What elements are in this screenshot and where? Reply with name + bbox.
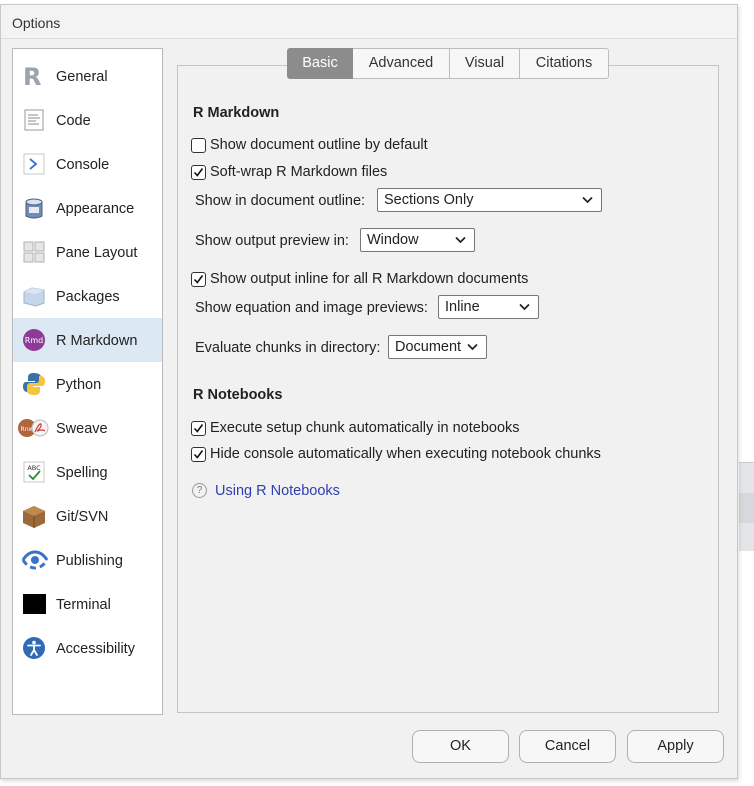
sidebar-item-label: Packages	[56, 289, 120, 305]
svg-text:R: R	[23, 63, 41, 89]
select-value: Inline	[445, 299, 480, 315]
sidebar-item-pane-layout[interactable]: Pane Layout	[13, 230, 162, 274]
soft-wrap-checkbox[interactable]	[191, 165, 206, 180]
section-title-r-notebooks: R Notebooks	[193, 387, 283, 403]
window-title: Options	[12, 15, 61, 31]
sidebar-item-label: R Markdown	[56, 333, 138, 349]
doc-outline-select[interactable]: Sections Only	[377, 188, 602, 212]
sidebar-item-code[interactable]: Code	[13, 98, 162, 142]
checkbox-label: Hide console automatically when executin…	[210, 446, 601, 462]
sidebar-item-label: Spelling	[56, 465, 108, 481]
sidebar-item-label: Pane Layout	[56, 245, 138, 261]
checkmark-icon	[193, 275, 204, 284]
chevron-down-icon	[455, 236, 466, 244]
sidebar-item-label: Code	[56, 113, 91, 129]
console-prompt-icon	[23, 153, 45, 175]
sidebar-item-sweave[interactable]: Rnw Sweave	[13, 406, 162, 450]
checkbox-label: Execute setup chunk automatically in not…	[210, 420, 520, 436]
tab-citations[interactable]: Citations	[520, 48, 609, 79]
sidebar-item-general[interactable]: R General	[13, 54, 162, 98]
sidebar-item-terminal[interactable]: Terminal	[13, 582, 162, 626]
equation-previews-select[interactable]: Inline	[438, 295, 539, 319]
tab-visual[interactable]: Visual	[450, 48, 520, 79]
checkbox-label: Show output inline for all R Markdown do…	[210, 271, 529, 287]
rmd-icon: Rmd	[23, 329, 45, 351]
tab-advanced[interactable]: Advanced	[353, 48, 450, 79]
output-preview-select[interactable]: Window	[360, 228, 475, 252]
tab-bar: Basic Advanced Visual Citations	[287, 48, 609, 79]
sidebar-item-label: Console	[56, 157, 110, 173]
output-preview-label: Show output preview in:	[195, 233, 349, 249]
terminal-icon	[23, 594, 46, 614]
checkmark-icon	[193, 450, 204, 459]
sidebar-item-packages[interactable]: Packages	[13, 274, 162, 318]
cancel-button[interactable]: Cancel	[519, 730, 616, 763]
title-bar: Options	[1, 5, 737, 39]
sidebar-item-publishing[interactable]: Publishing	[13, 538, 162, 582]
sidebar-item-accessibility[interactable]: Accessibility	[13, 626, 162, 670]
eval-dir-label: Evaluate chunks in directory:	[195, 340, 381, 356]
sidebar-item-git-svn[interactable]: Git/SVN	[13, 494, 162, 538]
select-value: Window	[367, 232, 419, 248]
checkbox-label: Show document outline by default	[210, 137, 428, 153]
background-window-strip	[739, 462, 754, 551]
code-document-icon	[24, 109, 44, 131]
spelling-abc-icon: ABC	[23, 461, 45, 483]
sidebar-item-console[interactable]: Console	[13, 142, 162, 186]
sidebar-item-label: General	[56, 69, 108, 85]
tab-basic[interactable]: Basic	[287, 48, 353, 79]
sidebar-item-label: Terminal	[56, 597, 111, 613]
select-value: Sections Only	[384, 192, 474, 208]
sidebar-item-appearance[interactable]: Appearance	[13, 186, 162, 230]
doc-outline-label: Show in document outline:	[195, 193, 366, 209]
chevron-down-icon	[519, 303, 530, 311]
apply-button[interactable]: Apply	[627, 730, 724, 763]
checkmark-icon	[193, 168, 204, 177]
using-r-notebooks-link[interactable]: Using R Notebooks	[215, 483, 340, 499]
chevron-down-icon	[582, 196, 593, 204]
sidebar-item-label: Accessibility	[56, 641, 135, 657]
sidebar-item-label: Sweave	[56, 421, 108, 437]
sidebar-item-python[interactable]: Python	[13, 362, 162, 406]
checkbox-label: Soft-wrap R Markdown files	[210, 164, 388, 180]
setup-chunk-checkbox[interactable]	[191, 421, 206, 436]
equation-previews-label: Show equation and image previews:	[195, 300, 428, 316]
sidebar-item-r-markdown[interactable]: Rmd R Markdown	[13, 318, 162, 362]
sweave-pdf-icon: Rnw	[18, 419, 49, 437]
output-inline-checkbox[interactable]	[191, 272, 206, 287]
sidebar-item-label: Git/SVN	[56, 509, 109, 525]
paint-bucket-icon	[25, 198, 43, 219]
accessibility-icon	[23, 637, 45, 659]
python-icon	[23, 373, 45, 395]
sidebar-item-label: Publishing	[56, 553, 123, 569]
options-sidebar: R General Code Console Appearance Pane L…	[12, 48, 163, 715]
ok-button[interactable]: OK	[412, 730, 509, 763]
git-box-icon	[23, 506, 45, 528]
sidebar-item-spelling[interactable]: ABC Spelling	[13, 450, 162, 494]
help-icon: ?	[192, 483, 207, 498]
sidebar-item-label: Python	[56, 377, 102, 393]
show-outline-default-checkbox[interactable]	[191, 138, 206, 153]
pane-layout-icon	[23, 241, 45, 263]
select-value: Document	[395, 339, 462, 355]
checkmark-icon	[193, 424, 204, 433]
hide-console-checkbox[interactable]	[191, 447, 206, 462]
chevron-down-icon	[467, 343, 478, 351]
svg-text:Rmd: Rmd	[25, 336, 43, 345]
r-logo-icon: R	[23, 63, 41, 89]
sidebar-item-label: Appearance	[56, 201, 135, 217]
eval-dir-select[interactable]: Document	[388, 335, 487, 359]
section-title-r-markdown: R Markdown	[193, 105, 280, 121]
publishing-icon	[21, 550, 49, 570]
package-box-icon	[23, 287, 45, 307]
